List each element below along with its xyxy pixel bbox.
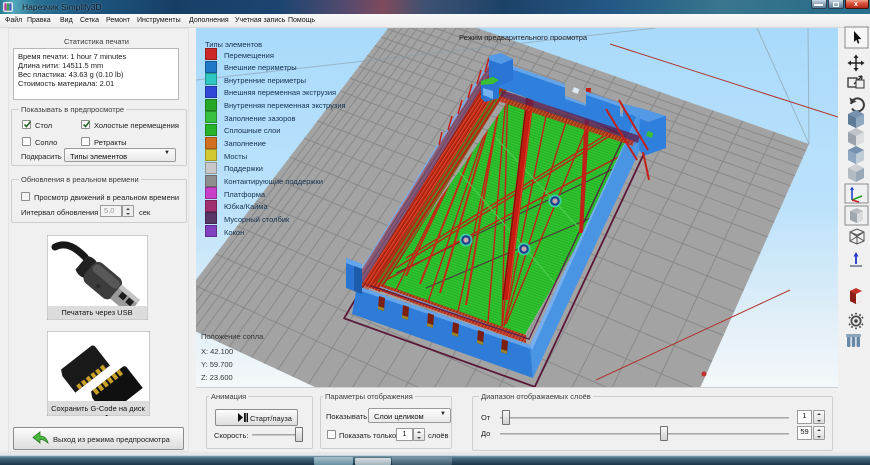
svg-text:Печатать через USB: Печатать через USB	[61, 308, 132, 317]
svg-text:Сохранить G-Code на диск: Сохранить G-Code на диск	[51, 404, 145, 413]
